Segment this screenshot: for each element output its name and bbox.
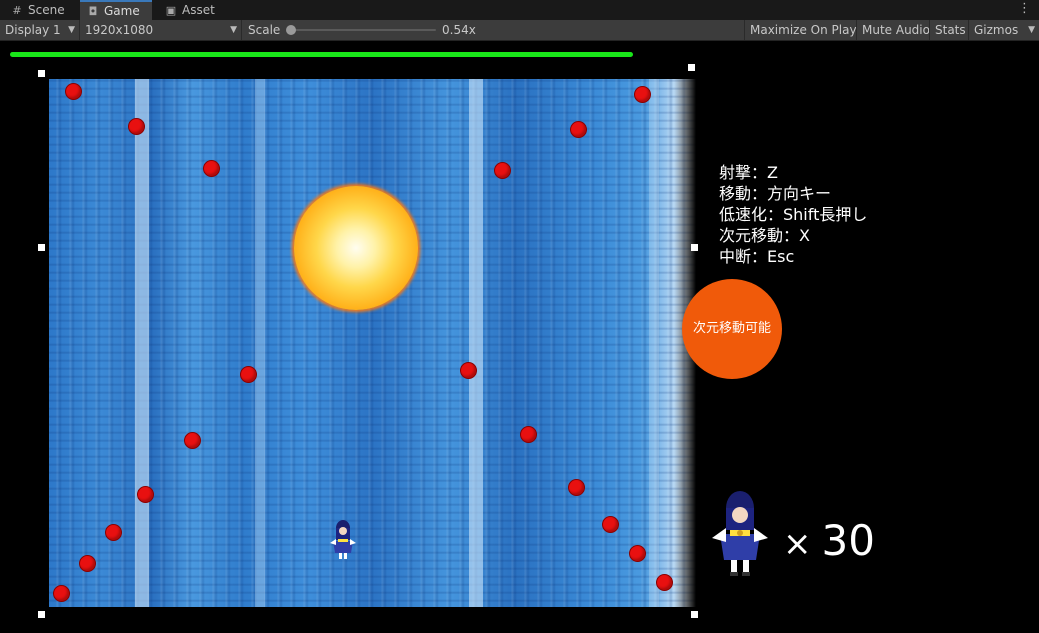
control-shoot: 射撃：Z [719,163,778,182]
enemy-bullet [203,160,220,177]
gizmos-label: Gizmos [974,23,1019,37]
background-stripe [135,79,149,607]
control-dimension: 次元移動：X [719,226,810,245]
lives-character-icon [712,491,768,576]
enemy-bullet [656,574,673,591]
tab-game[interactable]: ◘ Game [80,0,152,20]
enemy-bullet [634,86,651,103]
lives-counter: × 30 [783,516,875,569]
enemy-bullet [105,524,122,541]
enemy-bullet [184,432,201,449]
enemy-bullet [240,366,257,383]
more-menu-icon[interactable]: ⋮ [1018,0,1031,18]
background-stripe [469,79,483,607]
bag-icon: ▣ [165,4,177,17]
display-dropdown[interactable]: Display 1 ▼ [0,20,80,40]
selection-handle[interactable] [38,70,45,77]
scale-label: Scale [248,23,281,37]
mute-audio-button[interactable]: Mute Audio [856,20,935,40]
stats-button[interactable]: Stats [929,20,971,40]
scale-value: 0.54x [442,23,476,37]
enemy-bullet [570,121,587,138]
lives-multiplier: × [783,524,812,564]
controls-help: 射撃：Z 移動：方向キー 低速化：Shift長押し 次元移動：X 中断：Esc [719,162,867,267]
enemy-fireball [294,186,418,310]
control-pause: 中断：Esc [719,247,795,266]
chevron-down-icon: ▼ [68,25,75,35]
selection-handle[interactable] [688,64,695,71]
scale-slider-thumb[interactable] [286,25,296,35]
enemy-bullet [128,118,145,135]
tab-game-label: Game [104,4,140,18]
tab-scene-label: Scene [28,3,65,17]
lives-count: 30 [821,516,875,565]
maximize-on-play-button[interactable]: Maximize On Play [744,20,862,40]
scale-slider-track[interactable] [288,29,436,31]
enemy-bullet [629,545,646,562]
tab-asset-store[interactable]: ▣Asset Store [158,0,252,38]
grid-icon: # [12,4,22,17]
selection-handle[interactable] [691,244,698,251]
play-field [49,79,696,607]
enemy-bullet [79,555,96,572]
enemy-bullet [53,585,70,602]
display-dropdown-label: Display 1 [5,23,61,37]
dimension-shift-indicator: 次元移動可能 [682,279,782,379]
enemy-bullet [460,362,477,379]
player-character [330,520,356,559]
tab-scene[interactable]: # Scene [4,0,76,20]
control-move: 移動：方向キー [719,184,832,203]
chevron-down-icon: ▼ [230,25,237,35]
enemy-bullet [520,426,537,443]
background-stripe [255,79,265,607]
enemy-bullet [602,516,619,533]
health-bar [10,52,633,57]
gamepad-icon: ◘ [88,5,98,18]
background-stripe [649,79,659,607]
enemy-bullet [494,162,511,179]
chevron-down-icon: ▼ [1028,25,1035,35]
control-slow: 低速化：Shift長押し [719,205,868,224]
enemy-bullet [568,479,585,496]
selection-handle[interactable] [691,611,698,618]
selection-handle[interactable] [38,244,45,251]
enemy-bullet [65,83,82,100]
game-view-toolbar: Display 1 ▼ 1920x1080 ▼ Scale 0.54x Maxi… [0,20,1039,41]
resolution-dropdown[interactable]: 1920x1080 ▼ [80,20,242,40]
gizmos-dropdown[interactable]: Gizmos ▼ [968,20,1039,40]
enemy-bullet [137,486,154,503]
resolution-dropdown-label: 1920x1080 [85,23,154,37]
selection-handle[interactable] [38,611,45,618]
editor-tab-bar: # Scene ◘ Game ▣Asset Store ⋮ [0,0,1039,38]
